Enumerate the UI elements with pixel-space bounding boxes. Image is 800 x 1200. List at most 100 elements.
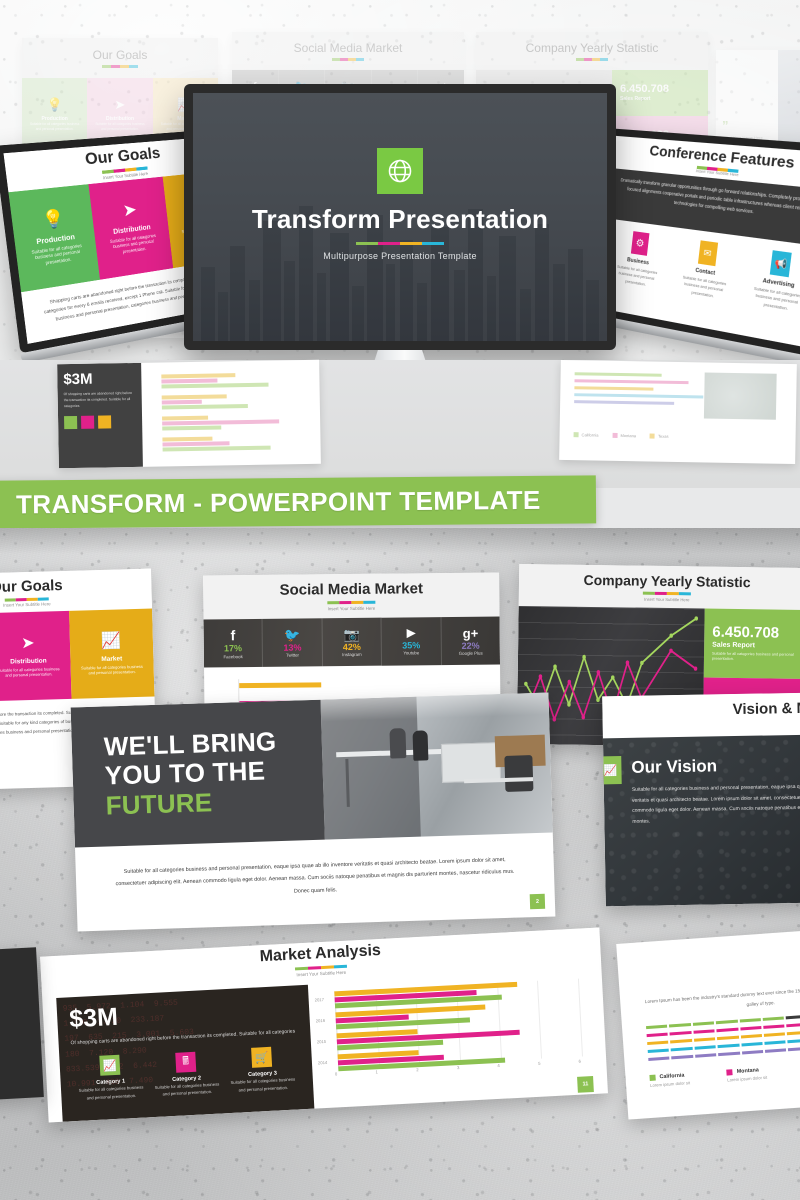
legend-item: Texas bbox=[650, 434, 669, 439]
bottom-top-shadow bbox=[0, 528, 800, 554]
megaphone-icon: 📢 bbox=[770, 250, 792, 277]
monitor-bezel: Transform Presentation Multipurpose Pres… bbox=[184, 84, 616, 350]
stat-label: Sales Report bbox=[620, 96, 700, 102]
legend-label: Montana bbox=[620, 433, 636, 438]
social-network-name: Instagram bbox=[342, 652, 362, 657]
globe-icon bbox=[386, 157, 414, 185]
title-banner: TRANSFORM - POWERPOINT TEMPLATE bbox=[0, 475, 596, 528]
hero-subtitle: Multipurpose Presentation Template bbox=[323, 251, 477, 261]
legend-item: Montana bbox=[612, 433, 636, 438]
testimonial-photo bbox=[778, 50, 800, 154]
feature-item: ✉ Contact Suitable for all categories bu… bbox=[668, 237, 745, 307]
axis-tick: 4 bbox=[497, 1063, 500, 1068]
stat-number: 6.450.708 bbox=[712, 624, 800, 641]
slide-future: WE'LL BRING YOU TO THE FUTURE Suitable f… bbox=[71, 693, 556, 932]
social-percent: 35% bbox=[402, 641, 420, 651]
social-network-name: Youtube bbox=[403, 651, 419, 656]
slide-title: Company Yearly Statistic bbox=[526, 41, 659, 55]
stat-label: Sales Report bbox=[712, 642, 800, 650]
accent-bar bbox=[332, 58, 364, 61]
page-badge: 2 bbox=[530, 894, 545, 909]
bar-chart-icon: 📈 bbox=[99, 1055, 120, 1076]
goal-tile-desc: Suitable for all categories business and… bbox=[22, 122, 87, 131]
goal-tile-desc: Suitable for all categories business and… bbox=[0, 663, 71, 680]
bar-tick-label: 2014 bbox=[318, 1060, 328, 1065]
vision-body: Suitable for all categories business and… bbox=[632, 781, 800, 827]
vision-heading: Our Vision bbox=[631, 754, 800, 778]
page-badge: 11 bbox=[577, 1076, 594, 1093]
calculator-icon bbox=[81, 416, 94, 429]
banner-title: TRANSFORM - POWERPOINT TEMPLATE bbox=[0, 484, 541, 520]
slide-partial-left-bottom bbox=[0, 947, 44, 1103]
market-category: 🖩 Category 2 Suitable for all categories… bbox=[147, 1049, 225, 1099]
slide-title: Our Goals bbox=[84, 144, 161, 169]
legend-swatch bbox=[574, 432, 579, 437]
market-category: 🛒 Category 3 Suitable for all categories… bbox=[223, 1045, 301, 1095]
market-dark-panel: 935 5.972 1.104 9.555 1.710 1.720 233.18… bbox=[56, 985, 314, 1122]
legend-item-montana: Montana Lorem ipsum dolor sit bbox=[727, 1064, 800, 1082]
slide-title: Conference Features bbox=[649, 142, 796, 172]
slide-title: Vision & Mission bbox=[733, 698, 800, 717]
hero-slide-content: Transform Presentation Multipurpose Pres… bbox=[193, 93, 607, 341]
slide-subtitle: Insert Your Subtitle Here bbox=[328, 606, 376, 611]
legend-swatch bbox=[649, 1075, 655, 1081]
goal-tile: ➤ Distribution Suitable for all categori… bbox=[89, 177, 173, 280]
feature-item: 📢 Advertising Suitable for all categorie… bbox=[738, 246, 800, 319]
paper-plane-icon: ➤ bbox=[122, 199, 138, 222]
legend-swatch bbox=[727, 1069, 733, 1075]
axis-tick: 0 bbox=[335, 1071, 338, 1076]
youtube-icon: ▶ bbox=[407, 628, 416, 639]
slide-title: Our Goals bbox=[0, 577, 63, 596]
accent-bar bbox=[102, 65, 138, 68]
axis-tick: 2 bbox=[416, 1067, 419, 1072]
bar-tick-label: 2017 bbox=[315, 997, 325, 1002]
social-percent: 22% bbox=[462, 641, 480, 651]
goal-tile: ➤ Distribution Suitable for all categori… bbox=[0, 611, 71, 701]
conference-body: Dramatically transform granular opportun… bbox=[618, 176, 800, 224]
slide-title: Our Goals bbox=[93, 48, 148, 62]
goal-tile-desc: Suitable for all categories business and… bbox=[16, 238, 98, 272]
future-line-3: FUTURE bbox=[105, 784, 324, 820]
axis-tick: 6 bbox=[578, 1059, 581, 1064]
social-network-name: Facebook bbox=[223, 654, 242, 659]
bar-tick-label: 2016 bbox=[316, 1018, 326, 1023]
quote-icon: ” bbox=[722, 119, 772, 132]
social-percent: 13% bbox=[283, 643, 301, 653]
brand-logo bbox=[377, 148, 423, 194]
slide-title: Social Media Market bbox=[294, 41, 403, 55]
accent-bar bbox=[643, 591, 691, 595]
gear-icon: ⚙ bbox=[631, 231, 650, 256]
desk-slide-left: $3M Of shopping carts are abandoned righ… bbox=[57, 360, 321, 469]
hero-monitor: Transform Presentation Multipurpose Pres… bbox=[184, 84, 616, 350]
market-category-desc: Suitable for all categories business and… bbox=[73, 1083, 150, 1103]
stat-block-sales: 6.450.708 Sales Report Suitable for all … bbox=[704, 609, 800, 680]
bar-chart-icon: 📈 bbox=[101, 630, 121, 651]
future-text-panel: WE'LL BRING YOU TO THE FUTURE bbox=[71, 700, 325, 848]
slide-america: America Insert Your Subtitle Here Lorem … bbox=[616, 924, 800, 1119]
market-category-desc: Suitable for all categories business and… bbox=[225, 1075, 302, 1095]
accent-bar bbox=[327, 601, 375, 605]
future-body: Suitable for all categories business and… bbox=[110, 854, 521, 904]
social-item-youtube: ▶ 35% Youtube bbox=[382, 617, 442, 666]
poster-canvas: Our Goals 💡 Production Suitable for all … bbox=[0, 0, 800, 1200]
social-network-name: Google Plus bbox=[459, 651, 483, 656]
paper-plane-icon: ➤ bbox=[21, 632, 35, 652]
future-office-photo bbox=[320, 693, 552, 840]
stat-block: 6.450.708 Sales Report bbox=[612, 70, 708, 116]
goal-tile-desc: Suitable for all categories business and… bbox=[70, 661, 154, 678]
stat-number: 6.450.708 bbox=[620, 84, 700, 96]
slide-title: Social Media Market bbox=[279, 580, 423, 599]
instagram-icon: 📷 bbox=[344, 627, 360, 640]
facebook-icon: f bbox=[230, 628, 235, 642]
market-big-text: Of shopping carts are abandoned right be… bbox=[64, 391, 136, 410]
hero-title: Transform Presentation bbox=[252, 204, 548, 235]
cart-icon: 🛒 bbox=[251, 1047, 272, 1068]
slide-vision-mission: Vision & Mission Insert Your Subtitle He… bbox=[602, 692, 800, 907]
social-item-instagram: 📷 42% Instagram bbox=[322, 618, 382, 667]
legend-label: Texas bbox=[658, 434, 669, 439]
legend-label: California bbox=[582, 432, 599, 437]
legend-swatch bbox=[612, 433, 617, 438]
social-percent: 17% bbox=[224, 644, 242, 654]
legend-swatch bbox=[650, 434, 655, 439]
legend-item-california: California Lorem ipsum dolor sit bbox=[649, 1070, 727, 1088]
